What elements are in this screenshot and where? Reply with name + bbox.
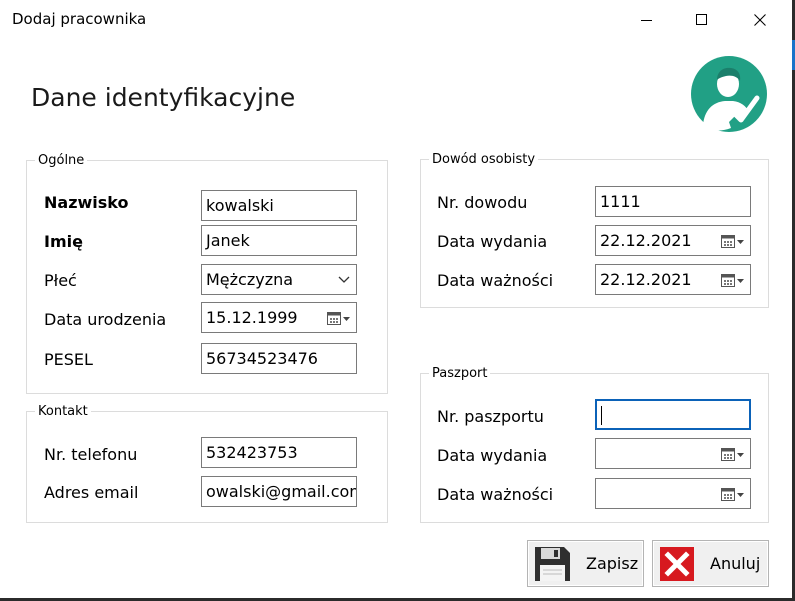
- id-expiry-date-label: Data ważności: [437, 271, 554, 290]
- calendar-icon[interactable]: [720, 486, 746, 502]
- calendar-icon[interactable]: [720, 446, 746, 462]
- gender-label: Płeć: [44, 271, 77, 290]
- cancel-button[interactable]: Anuluj: [652, 540, 769, 587]
- passport-issue-date-picker[interactable]: [595, 438, 751, 469]
- gender-select[interactable]: Mężczyzna: [201, 264, 357, 295]
- id-issue-date-value: 22.12.2021: [600, 231, 692, 250]
- title-bar: Dodaj pracownika: [0, 0, 792, 40]
- id-issue-date-picker[interactable]: 22.12.2021: [595, 225, 751, 256]
- close-icon: [754, 14, 766, 26]
- page-title: Dane identyfikacyjne: [31, 83, 296, 112]
- surname-label: Nazwisko: [44, 193, 129, 212]
- passport-legend: Paszport: [432, 366, 488, 381]
- id-card-legend: Dowód osobisty: [432, 152, 536, 167]
- id-number-input[interactable]: 1111: [595, 186, 751, 217]
- close-button[interactable]: [731, 0, 789, 40]
- text-caret: [601, 406, 602, 425]
- email-label: Adres email: [44, 483, 139, 502]
- id-issue-date-label: Data wydania: [437, 232, 548, 251]
- pesel-input[interactable]: 56734523476: [201, 343, 357, 374]
- cancel-label: Anuluj: [710, 554, 761, 573]
- gender-value: Mężczyzna: [206, 270, 294, 289]
- red-x-icon: [660, 547, 694, 581]
- general-legend: Ogólne: [38, 153, 85, 168]
- minimize-icon: [641, 20, 652, 21]
- contact-legend: Kontakt: [38, 404, 88, 419]
- pesel-label: PESEL: [44, 350, 93, 369]
- floppy-disk-icon: [535, 547, 570, 581]
- birthdate-label: Data urodzenia: [44, 310, 167, 329]
- id-expiry-date-picker[interactable]: 22.12.2021: [595, 264, 751, 295]
- passport-expiry-date-picker[interactable]: [595, 478, 751, 509]
- birthdate-value: 15.12.1999: [206, 308, 298, 327]
- id-expiry-date-value: 22.12.2021: [600, 270, 692, 289]
- passport-number-label: Nr. paszportu: [437, 407, 544, 426]
- email-input[interactable]: owalski@gmail.com: [201, 476, 357, 507]
- phone-input[interactable]: 532423753: [201, 437, 357, 468]
- calendar-icon[interactable]: [720, 233, 746, 249]
- firstname-label: Imię: [44, 232, 83, 251]
- user-check-icon: [691, 56, 767, 132]
- phone-label: Nr. telefonu: [44, 445, 138, 464]
- calendar-icon[interactable]: [720, 272, 746, 288]
- passport-issue-date-label: Data wydania: [437, 446, 548, 465]
- save-button[interactable]: Zapisz: [527, 540, 644, 587]
- window-title: Dodaj pracownika: [12, 10, 147, 28]
- calendar-icon[interactable]: [326, 310, 352, 326]
- surname-input[interactable]: kowalski: [201, 190, 357, 221]
- passport-number-input[interactable]: [595, 399, 751, 430]
- maximize-button[interactable]: [673, 0, 731, 40]
- birthdate-picker[interactable]: 15.12.1999: [201, 302, 357, 333]
- save-label: Zapisz: [586, 554, 639, 573]
- passport-expiry-date-label: Data ważności: [437, 485, 554, 504]
- id-number-label: Nr. dowodu: [437, 193, 528, 212]
- minimize-button[interactable]: [618, 0, 676, 40]
- maximize-icon: [696, 14, 707, 25]
- firstname-input[interactable]: Janek: [201, 225, 357, 256]
- chevron-down-icon: [338, 276, 350, 283]
